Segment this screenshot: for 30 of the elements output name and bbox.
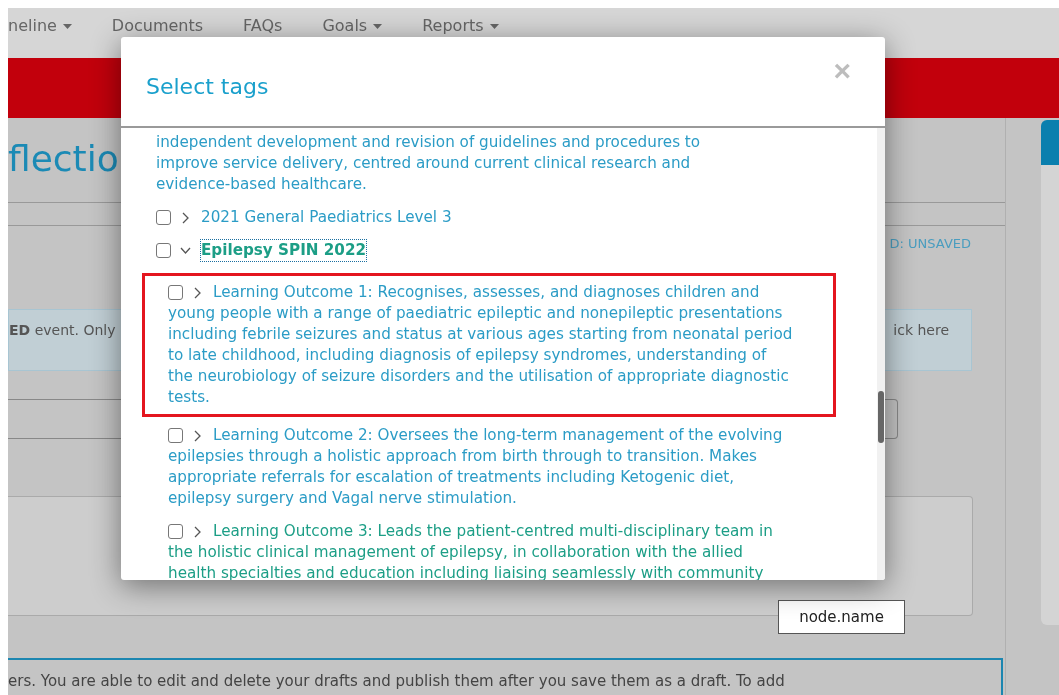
checkbox[interactable] bbox=[156, 210, 171, 225]
nav-link[interactable]: Reports bbox=[422, 16, 499, 36]
tag-label[interactable]: Learning Outcome 1: Recognises, assesses, and diagnoses children and young people with a range of paediatric epileptic and nonepileptic presentations including febrile seizures and status at various ages starting from neonatal period to late childhood, including diagnosis of epilepsy syndromes, understanding of the neurobiology of seizure disorders and the utilisation of appropriate diagnostic tests. bbox=[168, 282, 793, 408]
modal-title: Select tags bbox=[146, 74, 269, 99]
checkbox[interactable] bbox=[168, 285, 183, 300]
nav-link[interactable]: Goals bbox=[322, 16, 383, 36]
chevron-right-icon[interactable] bbox=[192, 286, 203, 299]
nav-link[interactable]: FAQs bbox=[243, 16, 283, 36]
nav-link[interactable]: Documents bbox=[111, 16, 204, 36]
tag-label[interactable]: Learning Outcome 2: Oversees the long-term management of the evolving epilepsies through a holistic approach from birth through to transition. Makes appropriate referrals for escalation of treatments including Ketogenic diet, epilepsy surgery and Vagal nerve stimulation. bbox=[168, 425, 793, 509]
alert-text: ED event. Only bbox=[9, 322, 116, 338]
chevron-right-icon[interactable] bbox=[192, 525, 203, 538]
checkbox[interactable] bbox=[168, 428, 183, 443]
chevron-right-icon[interactable] bbox=[180, 211, 191, 224]
caret-icon bbox=[373, 23, 383, 29]
status-text: D: UNSAVED bbox=[889, 236, 971, 251]
nav-link[interactable]: neline bbox=[8, 16, 72, 36]
tooltip: node.name bbox=[778, 600, 905, 634]
page-heading: flectio bbox=[8, 137, 119, 179]
alert-link[interactable]: ick here bbox=[893, 322, 949, 338]
scrollbar-thumb[interactable] bbox=[878, 391, 884, 443]
tag-label[interactable]: Epilepsy SPIN 2022 bbox=[201, 240, 367, 261]
checkbox[interactable] bbox=[156, 243, 171, 258]
tag-description: independent development and revision of guidelines and procedures to improve service delivery, centred around current clinical research and evidence-based healthcare. bbox=[156, 132, 702, 195]
checkbox[interactable] bbox=[168, 524, 183, 539]
info-text: ers. You are able to edit and delete your drafts and publish them after you save them as a draft. To add bbox=[8, 672, 785, 690]
caret-icon bbox=[62, 23, 72, 29]
chevron-right-icon[interactable] bbox=[192, 429, 203, 442]
tag-label[interactable]: 2021 General Paediatrics Level 3 bbox=[156, 207, 781, 228]
caret-icon bbox=[489, 23, 499, 29]
